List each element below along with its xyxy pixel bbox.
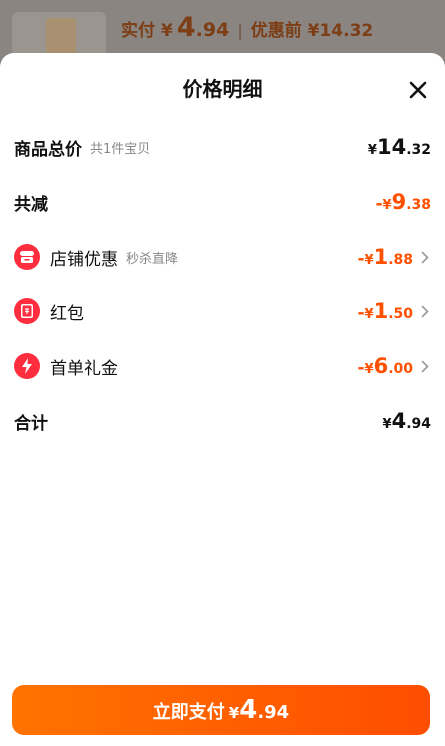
row-label: 合计 bbox=[14, 413, 48, 434]
row-amount: ¥ 14 .32 bbox=[368, 135, 431, 159]
row-label: 首单礼金 bbox=[50, 358, 118, 379]
shop-icon bbox=[14, 244, 40, 270]
chevron-right-icon bbox=[421, 304, 431, 318]
pay-amount-decimal: .94 bbox=[257, 702, 290, 723]
amount-decimal: .94 bbox=[406, 416, 431, 432]
amount-decimal: .50 bbox=[388, 306, 413, 322]
price-integer: 4 bbox=[176, 12, 196, 43]
row-shop-discount[interactable]: 店铺优惠 秒杀直降 - ¥ 1 .88 bbox=[14, 237, 431, 277]
price-decimal: .94 bbox=[195, 19, 230, 41]
yen-symbol: ¥ bbox=[161, 21, 173, 41]
lightning-icon bbox=[14, 353, 40, 379]
original-price: 优惠前 ¥14.32 bbox=[250, 21, 374, 41]
yen-symbol: ¥ bbox=[367, 143, 377, 158]
row-amount: ¥ 4 .94 bbox=[383, 409, 431, 433]
amount-integer: 1 bbox=[373, 299, 389, 323]
amount-decimal: .88 bbox=[388, 252, 413, 268]
amount-integer: 4 bbox=[391, 409, 407, 433]
row-label: 店铺优惠 bbox=[50, 249, 118, 270]
row-grand-total: 合计 ¥ 4 .94 bbox=[14, 401, 431, 441]
background-price: 实付 ¥ 4 .94 | 优惠前 ¥14.32 bbox=[121, 12, 373, 44]
chevron-right-icon bbox=[421, 359, 431, 373]
pay-amount-integer: 4 bbox=[239, 695, 258, 725]
price-detail-sheet: 价格明细 商品总价 共1件宝贝 ¥ 14 .32 共减 - ¥ 9 .38 店铺… bbox=[0, 53, 445, 746]
chevron-right-icon bbox=[421, 250, 431, 264]
row-total-discount: 共减 - ¥ 9 .38 bbox=[14, 182, 431, 222]
row-goods-total: 商品总价 共1件宝贝 ¥ 14 .32 bbox=[14, 127, 431, 167]
row-amount: - ¥ 1 .50 bbox=[357, 299, 413, 323]
amount-integer: 6 bbox=[373, 354, 389, 378]
row-note: 共1件宝贝 bbox=[90, 141, 151, 157]
minus-sign: - bbox=[357, 358, 365, 378]
amount-decimal: .00 bbox=[388, 361, 413, 377]
minus-sign: - bbox=[357, 303, 365, 323]
row-amount: - ¥ 9 .38 bbox=[375, 190, 431, 214]
amount-integer: 1 bbox=[373, 245, 389, 269]
close-button[interactable] bbox=[403, 75, 433, 105]
pay-now-button[interactable]: 立即支付 ¥ 4 .94 bbox=[12, 685, 430, 735]
background-order-header: 实付 ¥ 4 .94 | 优惠前 ¥14.32 bbox=[0, 0, 445, 60]
pay-label: 立即支付 bbox=[152, 702, 225, 723]
minus-sign: - bbox=[357, 249, 365, 269]
yen-symbol: ¥ bbox=[228, 704, 240, 722]
yen-symbol: ¥ bbox=[382, 417, 392, 432]
amount-integer: 14 bbox=[376, 135, 407, 159]
product-image bbox=[46, 18, 76, 54]
row-red-packet[interactable]: 红包 - ¥ 1 .50 bbox=[14, 291, 431, 331]
row-first-order-bonus[interactable]: 首单礼金 - ¥ 6 .00 bbox=[14, 346, 431, 386]
yen-symbol: ¥ bbox=[364, 253, 374, 268]
amount-decimal: .38 bbox=[406, 197, 431, 213]
yen-symbol: ¥ bbox=[364, 307, 374, 322]
paid-label: 实付 bbox=[121, 21, 155, 41]
pay-button-content: 立即支付 ¥ 4 .94 bbox=[153, 695, 289, 725]
row-amount: - ¥ 6 .00 bbox=[357, 354, 413, 378]
close-icon bbox=[409, 81, 427, 99]
red-packet-icon bbox=[14, 298, 40, 324]
row-label: 商品总价 bbox=[14, 139, 82, 160]
divider: | bbox=[237, 21, 243, 40]
row-label: 共减 bbox=[14, 194, 48, 215]
amount-decimal: .32 bbox=[406, 142, 431, 158]
amount-integer: 9 bbox=[391, 190, 407, 214]
sheet-title: 价格明细 bbox=[182, 77, 263, 101]
row-amount: - ¥ 1 .88 bbox=[357, 245, 413, 269]
yen-symbol: ¥ bbox=[364, 362, 374, 377]
minus-sign: - bbox=[375, 194, 383, 214]
row-label: 红包 bbox=[50, 303, 84, 324]
row-note: 秒杀直降 bbox=[126, 251, 179, 267]
yen-symbol: ¥ bbox=[382, 198, 392, 213]
